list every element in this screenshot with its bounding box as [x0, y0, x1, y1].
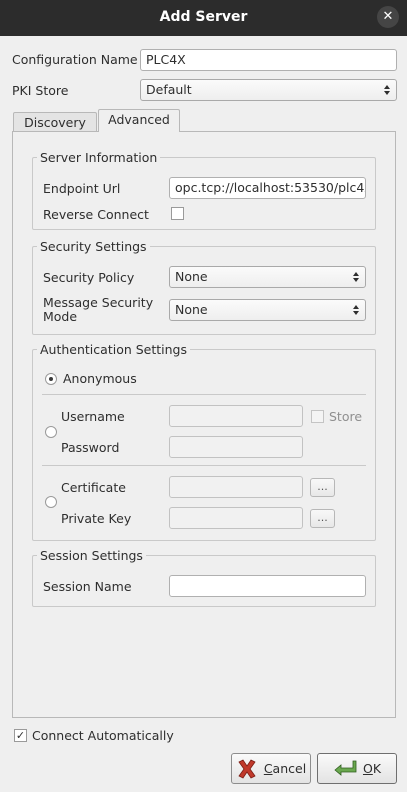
config-name-input[interactable]: PLC4X [140, 49, 397, 71]
ok-label: OK [363, 761, 381, 776]
security-policy-label: Security Policy [43, 270, 135, 285]
message-security-mode-select[interactable]: None [169, 299, 366, 321]
certificate-radio[interactable] [45, 496, 57, 508]
password-input[interactable] [169, 436, 303, 458]
private-key-input[interactable] [169, 507, 303, 529]
reverse-connect-checkbox[interactable] [171, 207, 184, 220]
message-security-mode-line1: Message Security [43, 295, 154, 310]
message-security-mode-value: None [175, 302, 208, 317]
close-icon[interactable]: ✕ [377, 6, 399, 28]
ok-mnemonic: O [362, 761, 373, 776]
store-checkbox[interactable] [311, 410, 324, 423]
pki-store-select[interactable]: Default [140, 79, 397, 101]
endpoint-url-label: Endpoint Url [43, 181, 121, 196]
certificate-input[interactable] [169, 476, 303, 498]
session-name-label: Session Name [43, 579, 132, 594]
username-input[interactable] [169, 405, 303, 427]
anonymous-radio[interactable] [45, 373, 57, 385]
server-info-title: Server Information [37, 150, 161, 165]
pki-store-value: Default [146, 82, 192, 97]
cancel-mnemonic: C [263, 761, 273, 776]
security-policy-value: None [175, 269, 208, 284]
private-key-label: Private Key [61, 511, 132, 526]
reverse-connect-label: Reverse Connect [43, 207, 149, 222]
auth-separator-2 [42, 465, 366, 466]
password-label: Password [61, 440, 120, 455]
cancel-x-icon [238, 758, 256, 779]
connect-auto-checkbox[interactable]: ✓ [14, 729, 27, 742]
cancel-label-rest: ancel [272, 761, 307, 776]
ok-button[interactable]: OK [317, 753, 397, 784]
message-security-mode-line2: Mode [43, 309, 78, 324]
security-policy-select[interactable]: None [169, 266, 366, 288]
session-name-input[interactable] [169, 575, 366, 597]
security-title: Security Settings [37, 239, 150, 254]
tab-discovery-label: Discovery [24, 115, 86, 130]
pki-store-label: PKI Store [12, 83, 69, 98]
tab-advanced-label: Advanced [108, 112, 170, 127]
connect-auto-label: Connect Automatically [32, 728, 174, 743]
username-label: Username [61, 409, 125, 424]
anonymous-label: Anonymous [63, 371, 137, 386]
auth-title: Authentication Settings [37, 342, 191, 357]
ok-check-icon [334, 760, 357, 776]
ok-label-rest: K [372, 761, 382, 776]
window-title: Add Server [159, 9, 248, 25]
tab-discovery[interactable]: Discovery [13, 112, 97, 132]
cancel-label: Cancel [264, 761, 306, 776]
endpoint-url-input[interactable]: opc.tcp://localhost:53530/plc4x [169, 177, 366, 199]
certificate-browse-button[interactable]: ... [310, 478, 335, 497]
updown-arrows-icon [353, 272, 359, 282]
active-tab-joint [99, 130, 179, 132]
cancel-button[interactable]: Cancel [231, 753, 311, 784]
session-title: Session Settings [37, 548, 146, 563]
username-radio[interactable] [45, 426, 57, 438]
store-label: Store [329, 409, 363, 424]
auth-separator [42, 394, 366, 395]
certificate-label: Certificate [61, 480, 126, 495]
checkmark-icon: ✓ [15, 729, 26, 742]
private-key-browse-button[interactable]: ... [310, 509, 335, 528]
config-name-label: Configuration Name [12, 52, 138, 67]
tab-advanced[interactable]: Advanced [98, 109, 180, 132]
message-security-mode-label: Message Security Mode [43, 296, 153, 324]
title-bar: Add Server ✕ [0, 0, 407, 36]
updown-arrows-icon [353, 305, 359, 315]
updown-arrows-icon [384, 85, 390, 95]
